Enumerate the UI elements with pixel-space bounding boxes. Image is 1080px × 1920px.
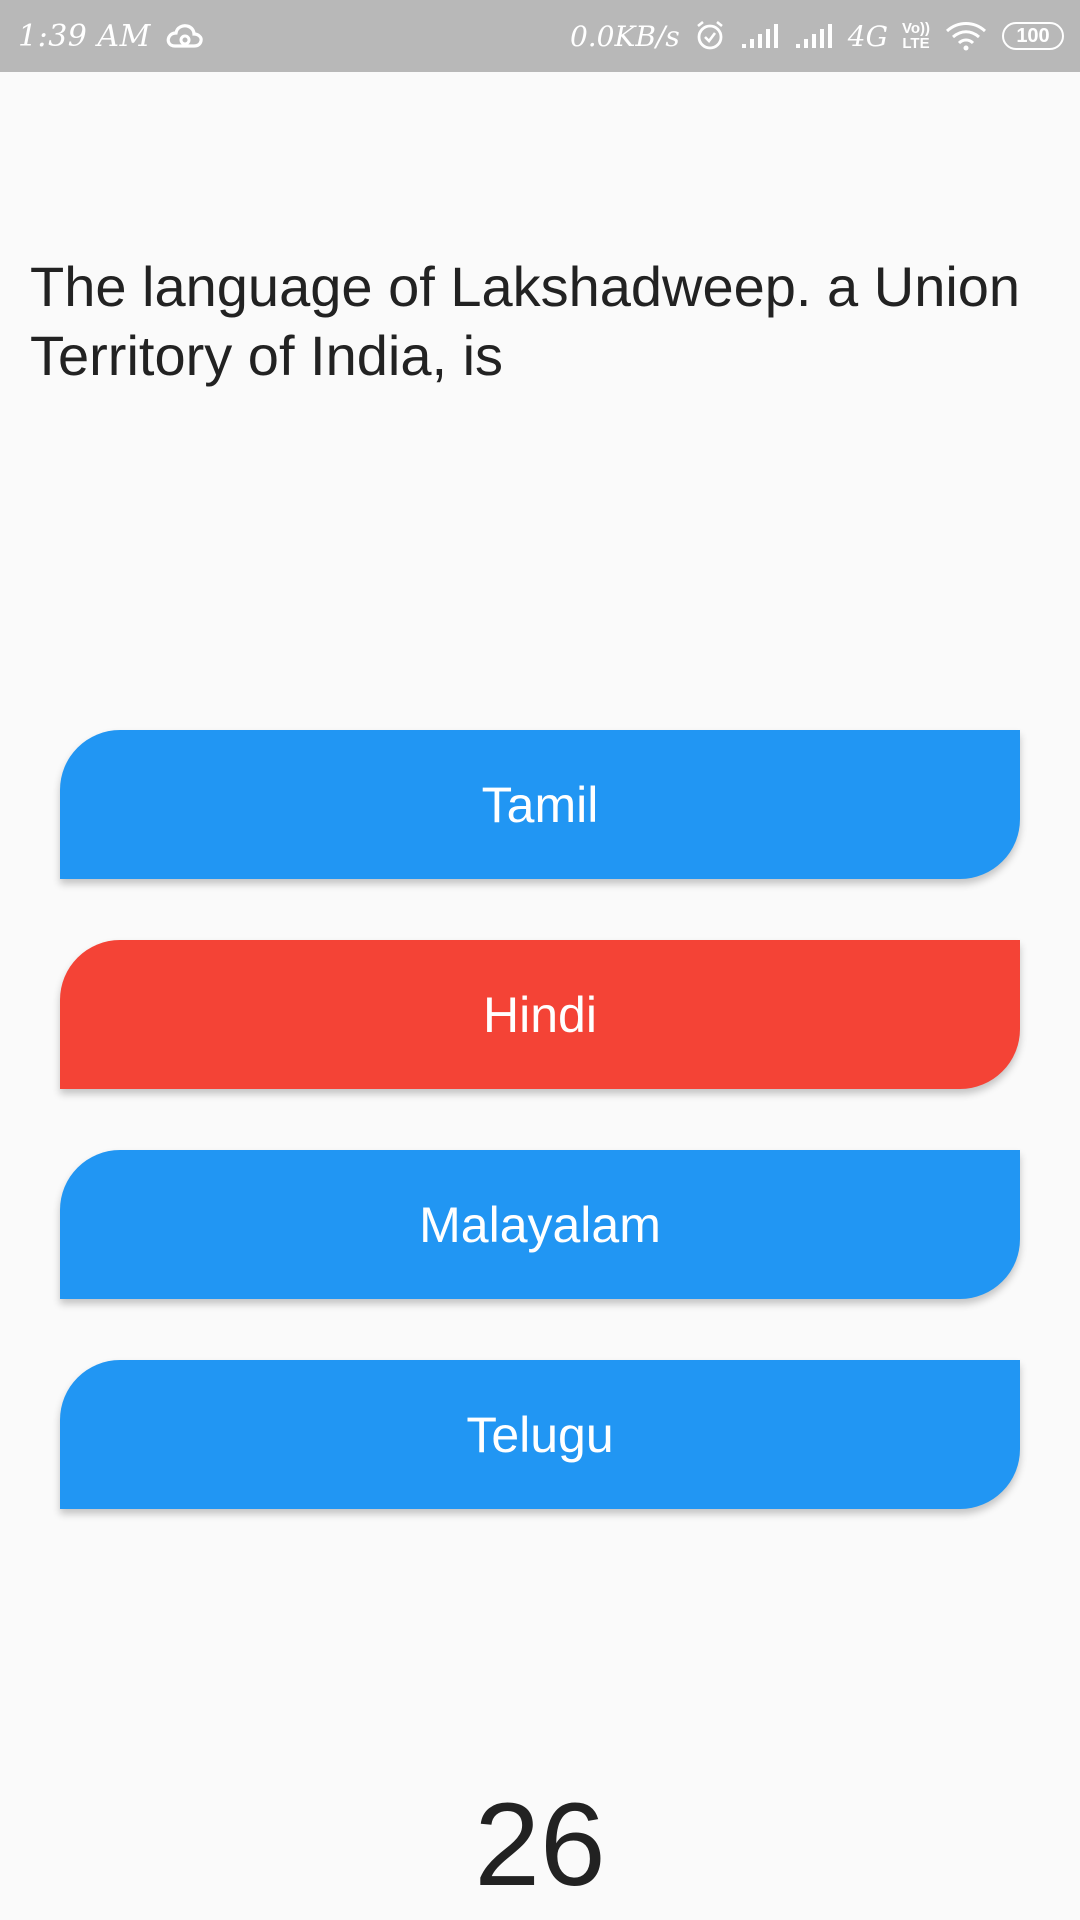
network-speed: 0.0KB/s (569, 19, 680, 53)
volte-icon: Vo)) LTE (902, 21, 930, 51)
signal-icon-2 (794, 22, 834, 50)
status-bar-left: 1:39 AM (18, 19, 205, 54)
answer-button-hindi[interactable]: Hindi (60, 940, 1020, 1089)
alarm-icon (694, 20, 726, 52)
battery-icon: 100 (1002, 22, 1064, 50)
countdown-timer: 26 (474, 1779, 606, 1911)
status-time: 1:39 AM (18, 18, 151, 54)
answer-button-tamil[interactable]: Tamil (60, 730, 1020, 879)
answer-button-telugu[interactable]: Telugu (60, 1360, 1020, 1509)
network-type: 4G (847, 19, 888, 53)
status-bar: 1:39 AM 0.0KB/s 4G Vo)) LTE 100 (0, 0, 1080, 72)
battery-level: 100 (1016, 24, 1050, 47)
wifi-icon (944, 21, 988, 51)
question-text: The language of Lakshadweep. a Union Ter… (30, 255, 1021, 387)
volte-top: Vo)) (901, 20, 930, 37)
status-bar-right: 0.0KB/s 4G Vo)) LTE 100 (570, 20, 1064, 53)
answer-list: Tamil Hindi Malayalam Telugu (60, 730, 1020, 1570)
signal-icon (740, 22, 780, 50)
cloud-icon (165, 22, 205, 50)
quiz-screen: 1:39 AM 0.0KB/s 4G Vo)) LTE 100 The lang… (0, 0, 1080, 1920)
volte-bottom: LTE (902, 35, 930, 52)
answer-button-malayalam[interactable]: Malayalam (60, 1150, 1020, 1299)
